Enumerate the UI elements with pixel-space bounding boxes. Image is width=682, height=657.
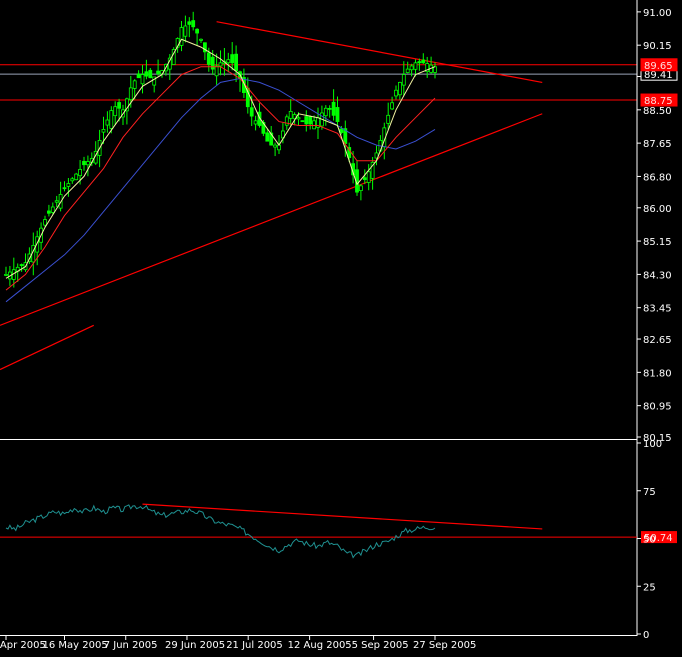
price-tick-label: 80.95 [643,402,672,413]
time-tick-label: 25 Apr 2005 [0,640,46,651]
candle-body[interactable] [358,185,363,192]
candle-body[interactable] [284,116,289,126]
candle-body[interactable] [117,102,121,109]
candle-body[interactable] [183,25,188,37]
candle-body[interactable] [156,70,161,75]
candle-body[interactable] [136,73,141,79]
candle-body[interactable] [339,128,344,133]
oscillator-tick-label: 0 [643,630,649,641]
candle-body[interactable] [331,101,336,116]
price-tag-label: 88.75 [644,96,673,107]
chart-background [0,0,682,653]
price-tick-label: 83.45 [643,304,672,315]
candle-body[interactable] [4,273,8,276]
candle-body[interactable] [74,173,79,181]
candle-body[interactable] [300,120,305,123]
candle-body[interactable] [413,62,418,70]
price-tick-label: 86.00 [643,204,672,215]
candle-body[interactable] [249,107,254,117]
candle-body[interactable] [417,61,422,64]
candle-body[interactable] [144,71,149,77]
candle-body[interactable] [214,65,219,77]
candle-body[interactable] [19,264,24,266]
candle-body[interactable] [288,110,293,119]
price-tick-label: 91.00 [643,8,672,19]
time-tick-label: 27 Sep 2005 [413,640,476,651]
candle-body[interactable] [105,119,110,126]
candle-body[interactable] [401,74,406,86]
time-tick-label: 12 Aug 2005 [288,640,352,651]
candle-body[interactable] [335,107,340,122]
time-tick-label: 21 Jul 2005 [226,640,283,651]
oscillator-tick-label: 100 [643,439,662,450]
candle-body[interactable] [327,108,332,110]
candle-body[interactable] [101,129,106,133]
chart-svg: 91.0090.1589.3588.5087.6586.8086.0085.15… [0,0,682,653]
candle-body[interactable] [148,69,153,79]
candle-body[interactable] [199,38,203,41]
candle-body[interactable] [109,110,114,129]
candle-body[interactable] [405,68,410,73]
candle-body[interactable] [62,187,67,190]
candle-body[interactable] [43,219,47,226]
candle-body[interactable] [394,89,398,97]
candle-body[interactable] [253,120,258,125]
candle-body[interactable] [140,74,145,85]
oscillator-tick-label: 50 [643,535,656,546]
price-tag-label: 89.65 [644,61,673,72]
time-tick-label: 16 May 2005 [43,640,108,651]
candle-body[interactable] [397,82,402,96]
price-tick-label: 85.15 [643,237,672,248]
price-tick-label: 88.50 [643,106,672,117]
price-tick-label: 87.65 [643,139,672,150]
candle-body[interactable] [386,114,391,124]
chart-window: 91.0090.1589.3588.5087.6586.8086.0085.15… [0,0,682,653]
candle-body[interactable] [234,53,239,72]
time-tick-label: 7 Jun 2005 [104,640,158,651]
candle-body[interactable] [421,59,426,64]
candle-body[interactable] [132,80,137,89]
oscillator-tick-label: 75 [643,487,656,498]
candle-body[interactable] [47,210,51,214]
candle-body[interactable] [54,200,59,203]
candle-body[interactable] [226,59,231,64]
candle-body[interactable] [308,116,313,125]
candle-body[interactable] [218,62,223,67]
price-tick-label: 84.30 [643,270,672,281]
candle-body[interactable] [187,21,192,25]
time-tick-label: 29 Jun 2005 [165,640,225,651]
candle-body[interactable] [66,183,71,187]
candle-body[interactable] [50,206,55,213]
candle-body[interactable] [128,87,133,101]
candle-body[interactable] [210,56,215,70]
candle-body[interactable] [78,168,82,177]
price-tag-label: 89.41 [644,70,673,81]
candle-body[interactable] [191,20,196,28]
candle-body[interactable] [312,120,317,130]
candle-body[interactable] [206,52,211,65]
price-tick-label: 82.65 [643,335,672,346]
candle-body[interactable] [113,106,118,117]
time-tick-label: 5 Sep 2005 [352,640,409,651]
candle-body[interactable] [179,27,184,46]
candle-body[interactable] [273,144,278,148]
price-tick-label: 90.15 [643,41,672,52]
candle-body[interactable] [409,65,414,71]
oscillator-tick-label: 25 [643,582,656,593]
candle-body[interactable] [70,178,75,182]
candle-body[interactable] [296,117,301,120]
price-tick-label: 86.80 [643,172,672,183]
candle-body[interactable] [323,107,328,117]
candle-body[interactable] [390,102,395,110]
candle-body[interactable] [86,161,90,166]
price-tick-label: 81.80 [643,368,672,379]
candle-body[interactable] [82,160,86,166]
candle-body[interactable] [362,177,367,180]
candle-body[interactable] [304,116,309,125]
candle-body[interactable] [265,132,270,142]
candle-body[interactable] [366,171,371,183]
candle-body[interactable] [230,54,235,64]
candle-body[interactable] [195,28,200,34]
